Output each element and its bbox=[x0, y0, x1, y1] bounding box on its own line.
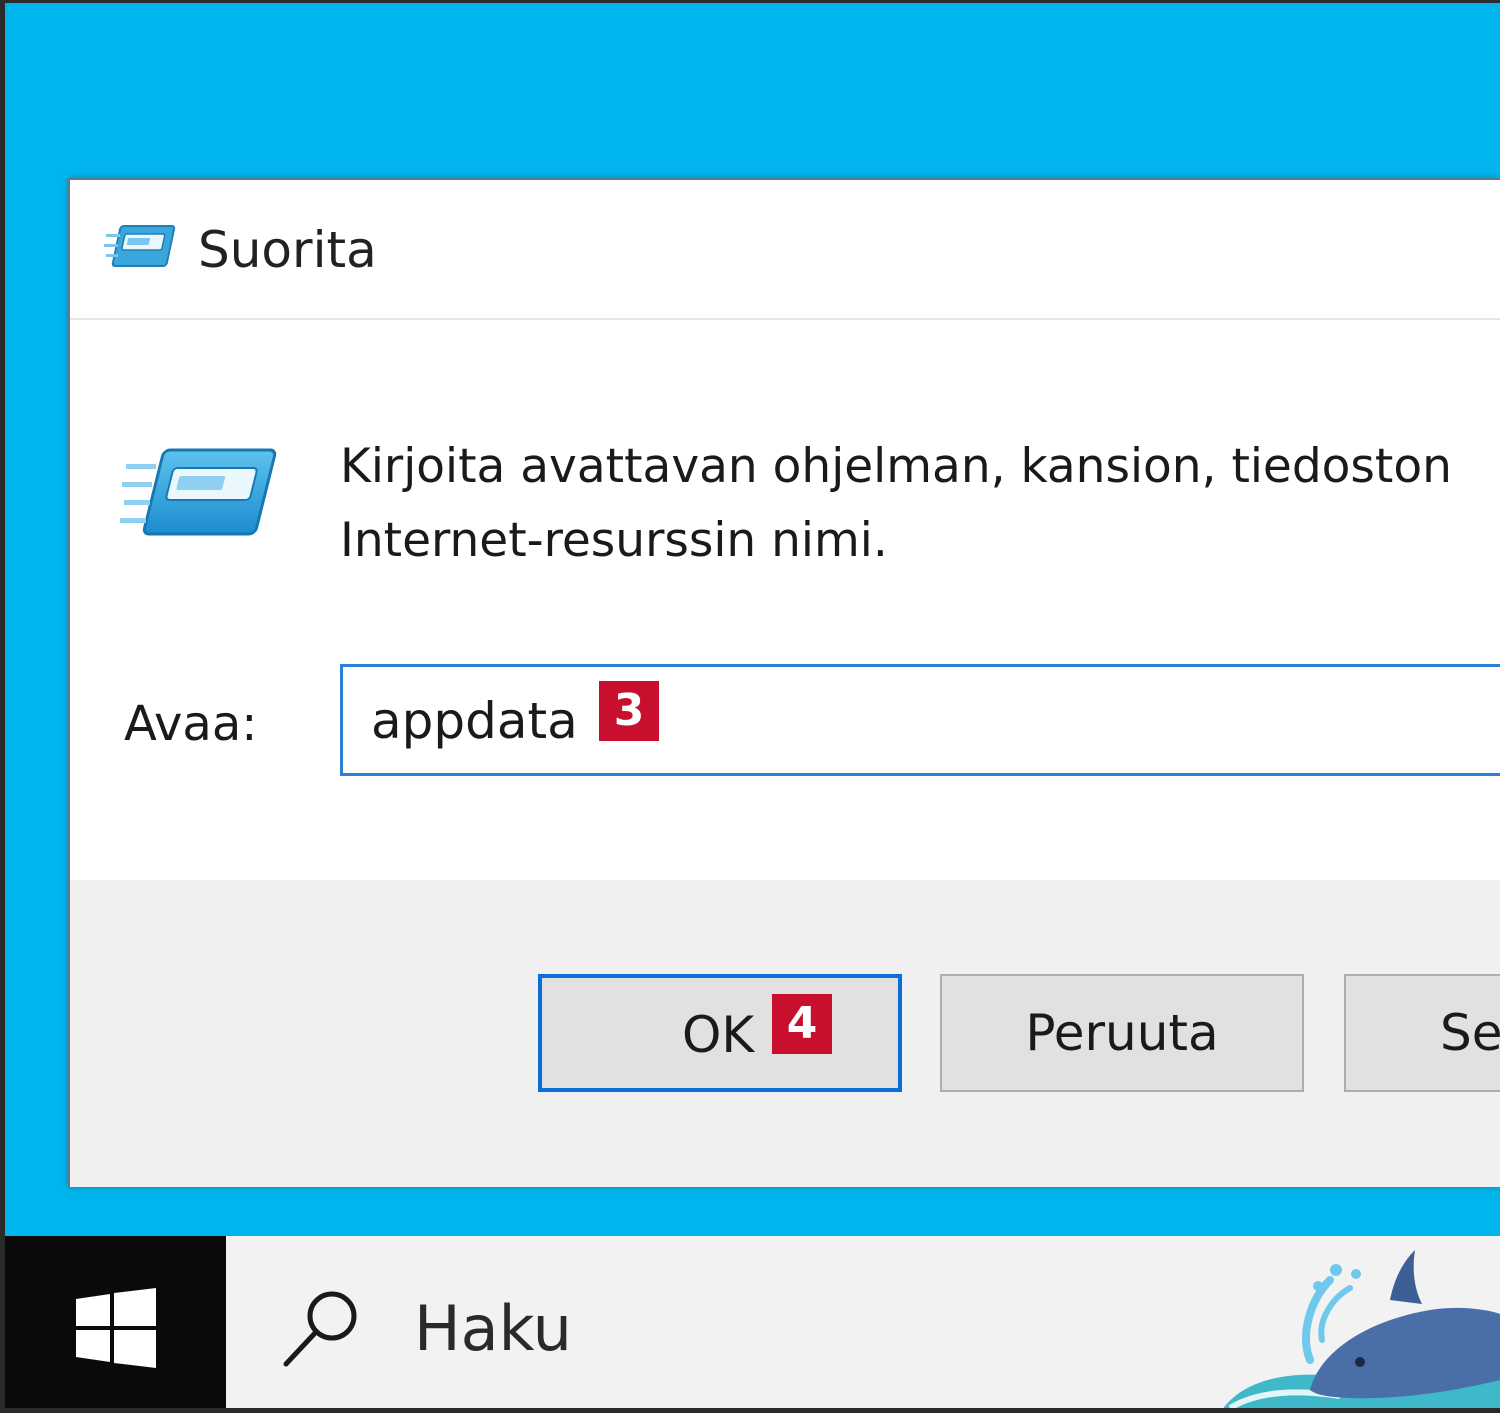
description-line: Internet-resurssin nimi. bbox=[340, 513, 888, 568]
ok-button[interactable]: OK 4 bbox=[538, 974, 902, 1092]
run-dialog-icon bbox=[120, 448, 277, 536]
windows-logo-icon bbox=[76, 1288, 156, 1368]
step-badge: 4 bbox=[772, 994, 832, 1054]
start-button[interactable] bbox=[0, 1236, 226, 1413]
ok-button-label: OK bbox=[682, 1006, 755, 1064]
dialog-button-area: OK 4 Peruuta Se bbox=[70, 880, 1500, 1187]
run-dialog: Suorita Kirjoita avattavan ohjelman, kan… bbox=[68, 178, 1500, 1187]
cancel-button[interactable]: Peruuta bbox=[940, 974, 1304, 1092]
search-placeholder: Haku bbox=[414, 1292, 572, 1365]
open-input-value: appdata bbox=[371, 692, 578, 750]
dialog-titlebar: Suorita bbox=[70, 180, 1500, 320]
dialog-title: Suorita bbox=[198, 221, 377, 279]
dialog-description: Kirjoita avattavan ohjelman, kansion, ti… bbox=[340, 430, 1500, 578]
step-badge: 3 bbox=[599, 681, 659, 741]
whale-icon bbox=[1220, 1250, 1500, 1413]
description-line: Kirjoita avattavan ohjelman, kansion, ti… bbox=[340, 439, 1452, 494]
open-label: Avaa: bbox=[124, 696, 258, 752]
browse-button[interactable]: Se bbox=[1344, 974, 1500, 1092]
search-icon bbox=[283, 1291, 357, 1367]
open-input[interactable]: appdata 3 bbox=[340, 664, 1500, 776]
run-dialog-icon bbox=[104, 225, 176, 267]
